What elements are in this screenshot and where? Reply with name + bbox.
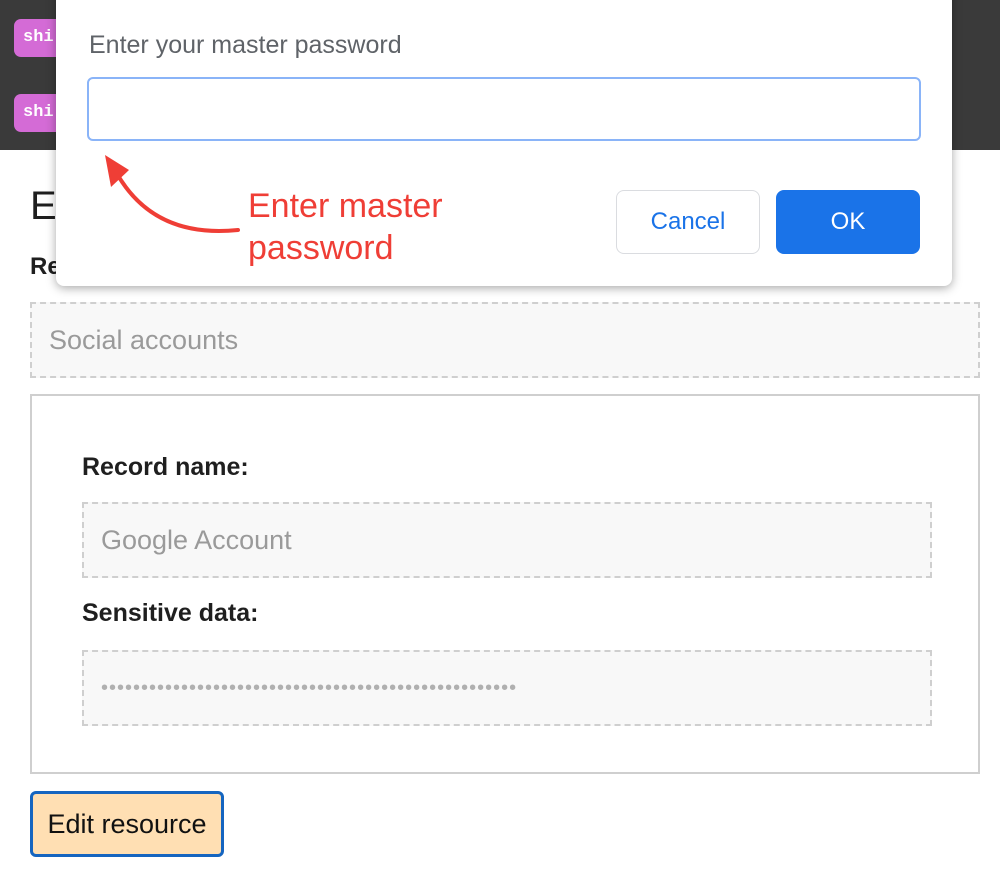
master-password-dialog: Enter your master password Cancel OK [56, 0, 952, 286]
dialog-prompt: Enter your master password [89, 31, 402, 59]
record-card: Record name: Google Account Sensitive da… [30, 394, 980, 774]
annotation-text: Enter master password [248, 187, 443, 267]
record-name-label: Record name: [82, 453, 249, 481]
tag-badge[interactable]: shi [14, 94, 58, 132]
category-field: Social accounts [30, 302, 980, 378]
tag-badge[interactable]: shi [14, 19, 58, 57]
page-title: E [30, 184, 57, 228]
record-name-field: Google Account [82, 502, 932, 578]
sensitive-data-field: ••••••••••••••••••••••••••••••••••••••••… [82, 650, 932, 726]
master-password-input[interactable] [87, 77, 921, 141]
ok-button[interactable]: OK [776, 190, 920, 254]
cancel-button[interactable]: Cancel [616, 190, 760, 254]
sensitive-data-label: Sensitive data: [82, 599, 259, 627]
edit-resource-button[interactable]: Edit resource [30, 791, 224, 857]
